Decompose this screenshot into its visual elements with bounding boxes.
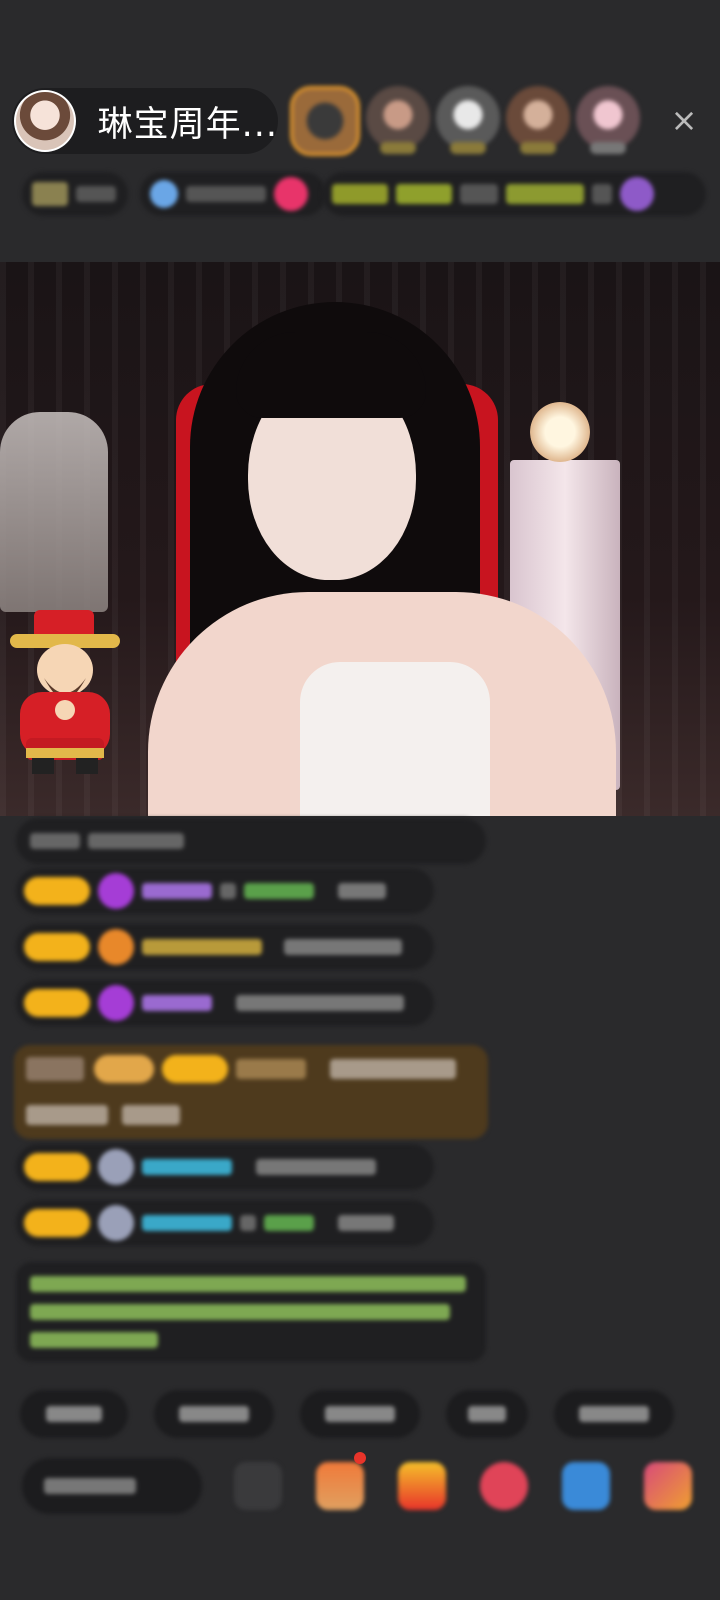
tags-chip[interactable] xyxy=(322,172,706,216)
chat-message[interactable] xyxy=(16,818,486,864)
notification-dot xyxy=(354,1452,366,1464)
viewer-avatar[interactable] xyxy=(436,86,500,154)
anchor-name: 琳宝周年... xyxy=(97,104,278,145)
chat-message[interactable] xyxy=(16,1200,434,1246)
chat-message[interactable] xyxy=(16,980,434,1026)
quick-action-button[interactable] xyxy=(300,1390,420,1438)
viewer-avatar[interactable] xyxy=(290,86,360,156)
rank-chip[interactable] xyxy=(22,172,128,216)
comment-input[interactable] xyxy=(22,1458,202,1514)
more-icon[interactable] xyxy=(644,1462,692,1510)
viewer-avatar[interactable] xyxy=(576,86,640,154)
quick-action-button[interactable] xyxy=(446,1390,528,1438)
top-viewers-list xyxy=(290,86,640,156)
viewer-avatar[interactable] xyxy=(506,86,570,154)
anchor-avatar[interactable] xyxy=(14,90,76,152)
anchor-info-pill[interactable]: 琳宝周年... xyxy=(12,88,278,154)
emoji-icon[interactable] xyxy=(234,1462,282,1510)
system-notice xyxy=(16,1262,486,1362)
hot-value-chip[interactable] xyxy=(140,172,326,216)
close-icon[interactable]: × xyxy=(664,100,704,140)
viewer-avatar[interactable] xyxy=(366,86,430,154)
chat-message[interactable] xyxy=(16,924,434,970)
gift-announcement[interactable] xyxy=(14,1045,488,1139)
chat-message[interactable] xyxy=(16,1144,434,1190)
quick-action-button[interactable] xyxy=(154,1390,274,1438)
gift-box-icon[interactable] xyxy=(398,1462,446,1510)
quick-action-button[interactable] xyxy=(20,1390,128,1438)
gift-icon[interactable] xyxy=(316,1462,364,1510)
chat-message[interactable] xyxy=(16,868,434,914)
god-of-wealth-icon[interactable] xyxy=(4,608,126,778)
quick-action-button[interactable] xyxy=(554,1390,674,1438)
quick-actions-bar xyxy=(20,1390,674,1438)
heart-icon[interactable] xyxy=(480,1462,528,1510)
game-icon[interactable] xyxy=(562,1462,610,1510)
anchor-stats-row xyxy=(22,172,706,216)
